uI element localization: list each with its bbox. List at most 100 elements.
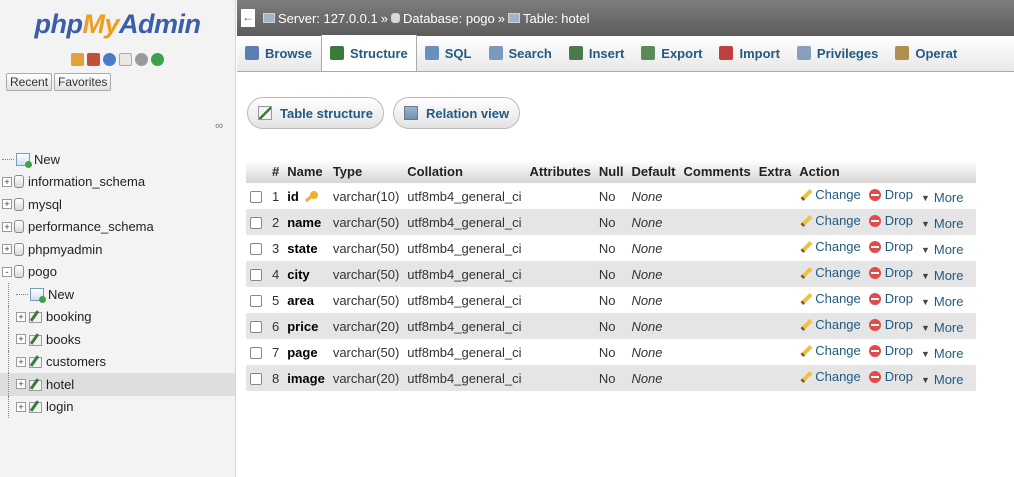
row-checkbox[interactable] [250,373,262,386]
nav-tree-item-booking[interactable]: + booking [0,305,235,328]
nav-tree-label[interactable]: mysql [28,197,62,212]
tab-privileges[interactable]: Privileges [789,35,887,71]
row-checkbox[interactable] [250,321,262,334]
change-link[interactable]: Change [799,343,861,358]
collapse-minus-icon[interactable]: - [2,266,12,277]
header-default[interactable]: Default [627,160,680,183]
expand-plus-icon[interactable]: + [16,311,26,322]
nav-tree-item-information-schema[interactable]: + information_schema [0,171,235,194]
row-checkbox[interactable] [250,243,262,256]
settings-gear-icon[interactable] [135,52,148,66]
home-icon[interactable] [71,52,84,66]
drop-link[interactable]: Drop [868,213,913,228]
nav-tree-item-hotel[interactable]: + hotel [0,373,235,396]
expand-plus-icon[interactable]: + [16,401,26,412]
change-link[interactable]: Change [799,239,861,254]
nav-tree-label[interactable]: booking [46,309,92,324]
nav-tree-label[interactable]: New [48,287,74,302]
nav-tree-item-books[interactable]: + books [0,328,235,351]
row-checkbox[interactable] [250,191,262,204]
reload-icon[interactable] [151,52,164,66]
expand-plus-icon[interactable]: + [2,221,12,232]
nav-tree-item-mysql[interactable]: + mysql [0,193,235,216]
drop-link[interactable]: Drop [868,343,913,358]
tab-insert[interactable]: Insert [561,35,633,71]
breadcrumb-database[interactable]: Database: pogo [403,11,495,26]
expand-plus-icon[interactable]: + [16,356,26,367]
nav-tree-item-New[interactable]: New [0,283,235,306]
recent-tab[interactable]: Recent [6,73,53,91]
back-arrow-icon[interactable]: ← [241,9,255,27]
nav-tree-label[interactable]: pogo [28,264,57,279]
change-link[interactable]: Change [799,213,861,228]
header-name[interactable]: Name [283,160,329,183]
header-comments[interactable]: Comments [679,160,755,183]
more-link[interactable]: ▼ More [921,268,964,283]
change-link[interactable]: Change [799,291,861,306]
nav-tree-label[interactable]: New [34,152,60,167]
nav-tree-label[interactable]: books [46,332,81,347]
header-collation[interactable]: Collation [403,160,526,183]
expand-plus-icon[interactable]: + [16,334,26,345]
tab-search[interactable]: Search [481,35,561,71]
expand-plus-icon[interactable]: + [16,379,26,390]
more-link[interactable]: ▼ More [921,346,964,361]
nav-tree-label[interactable]: login [46,399,73,414]
row-checkbox[interactable] [250,217,262,230]
drop-link[interactable]: Drop [868,187,913,202]
phpmyadmin-logo[interactable]: php My Admin [0,0,235,48]
drop-link[interactable]: Drop [868,291,913,306]
breadcrumb-table[interactable]: Table: hotel [523,11,590,26]
change-link[interactable]: Change [799,369,861,384]
tab-browse[interactable]: Browse [237,35,321,71]
more-link[interactable]: ▼ More [921,320,964,335]
row-checkbox[interactable] [250,295,262,308]
change-link[interactable]: Change [799,187,861,202]
nav-tree-item-pogo[interactable]: - pogo [0,261,235,284]
nav-tree-label[interactable]: hotel [46,377,74,392]
favorites-tab[interactable]: Favorites [54,73,112,91]
nav-tree-label[interactable]: performance_schema [28,219,154,234]
more-link[interactable]: ▼ More [921,190,964,205]
docs-icon[interactable] [119,52,132,66]
nav-tree-item-customers[interactable]: + customers [0,350,235,373]
expand-plus-icon[interactable]: + [2,176,12,187]
tab-structure[interactable]: Structure [320,35,417,71]
tab-operations[interactable]: Operat [887,35,966,71]
header-number[interactable]: # [268,160,284,183]
nav-tree-item-login[interactable]: + login [0,395,235,418]
nav-tree-label[interactable]: information_schema [28,174,145,189]
relation-view-button[interactable]: Relation view [393,97,521,129]
more-link[interactable]: ▼ More [921,372,964,387]
drop-link[interactable]: Drop [868,265,913,280]
nav-tree-item-phpmyadmin[interactable]: + phpmyadmin [0,238,235,261]
link-chain-icon[interactable]: ∞ [215,120,223,132]
nav-tree-item-New[interactable]: New [0,148,235,171]
help-icon[interactable] [103,52,116,66]
nav-tree-item-performance-schema[interactable]: + performance_schema [0,216,235,239]
table-structure-button[interactable]: Table structure [247,97,384,129]
tab-sql[interactable]: SQL [417,35,481,71]
nav-tree-label[interactable]: customers [46,354,106,369]
header-extra[interactable]: Extra [754,160,796,183]
drop-link[interactable]: Drop [868,317,913,332]
breadcrumb-server[interactable]: Server: 127.0.0.1 [278,11,378,26]
expand-plus-icon[interactable]: + [2,199,12,210]
tab-export[interactable]: Export [633,35,711,71]
expand-plus-icon[interactable]: + [2,244,12,255]
header-attributes[interactable]: Attributes [525,160,595,183]
logout-icon[interactable] [87,52,100,66]
more-link[interactable]: ▼ More [921,294,964,309]
header-null[interactable]: Null [594,160,628,183]
more-link[interactable]: ▼ More [921,216,964,231]
drop-link[interactable]: Drop [868,369,913,384]
nav-tree-label[interactable]: phpmyadmin [28,242,102,257]
drop-link[interactable]: Drop [868,239,913,254]
row-checkbox[interactable] [250,347,262,360]
change-link[interactable]: Change [799,265,861,280]
more-link[interactable]: ▼ More [921,242,964,257]
change-link[interactable]: Change [799,317,861,332]
tab-import[interactable]: Import [711,35,788,71]
row-checkbox[interactable] [250,269,262,282]
header-type[interactable]: Type [328,160,404,183]
